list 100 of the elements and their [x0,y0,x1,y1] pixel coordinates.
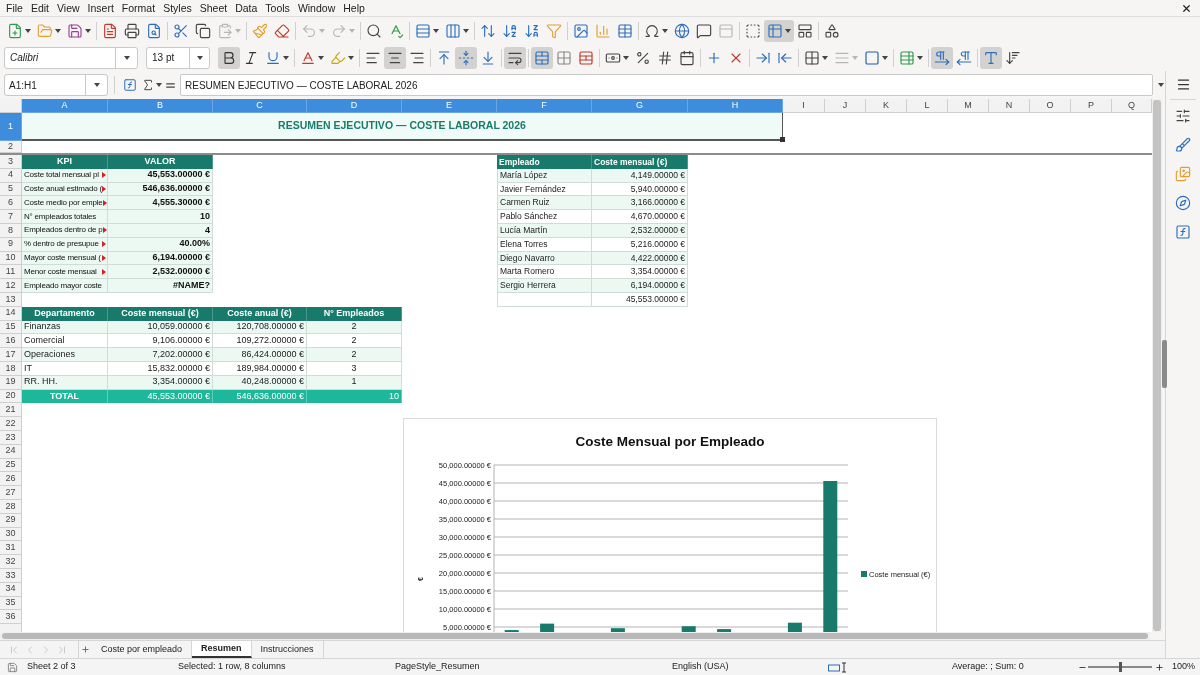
menu-item[interactable]: Help [339,0,369,16]
column-header[interactable]: P [1071,99,1112,113]
caret-icon [93,83,100,87]
bold-button[interactable] [218,46,240,69]
plus-icon [81,645,90,654]
vertical-scrollbar[interactable] [1153,100,1161,631]
row-header[interactable]: 36 [0,610,22,625]
fill-handle[interactable] [780,137,785,142]
row-header[interactable]: 22 [0,417,22,431]
slider-thumb[interactable] [1118,662,1122,672]
column-header[interactable]: J [825,99,866,113]
header-cell: Coste anual (€) [213,306,307,321]
printer-icon [124,22,140,39]
menu-item[interactable]: Insert [83,0,118,16]
row-header[interactable]: 2 [0,141,22,153]
sheet-position: Sheet 2 of 3 [27,661,76,672]
dashed-square-icon [745,22,761,39]
table-cell: #NAME? [108,279,213,293]
sheet-tab[interactable]: Resumen [192,641,252,658]
column-header[interactable]: I [783,99,825,113]
chart-title: Coste Mensual por Empleado [575,434,765,449]
column-header[interactable]: M [948,99,989,113]
cell-text: Mayor coste mensual ( [24,251,101,264]
menu-item[interactable]: Window [293,0,340,16]
column-header[interactable]: N [989,99,1030,113]
row-header[interactable]: 21 [0,403,22,418]
caret-icon [852,55,858,60]
cell-text: Coste anual estimado ( [24,183,102,195]
menu-icon [1175,76,1191,92]
left-to-right-button[interactable] [931,46,953,69]
brush-icon [1175,137,1191,153]
table-cell: 6,194.00000 € [592,279,688,293]
caret-icon [318,55,324,60]
menu-item[interactable]: Sheet [195,0,232,16]
sidebar-grip[interactable] [1162,340,1167,388]
menu-item[interactable]: Styles [159,0,196,16]
row-header[interactable]: 16 [0,334,22,349]
page-style: PageStyle_Resumen [395,661,480,672]
letter-icon [983,49,999,66]
copy-icon [195,22,211,39]
column-header[interactable]: L [907,99,948,113]
menu-item[interactable]: Data [231,0,262,16]
percent-icon [635,49,651,66]
freeze-button[interactable] [764,19,794,42]
text-direction-button[interactable] [980,46,1002,69]
caret-icon [155,83,162,87]
merge-cells-icon [534,49,550,66]
menu-item[interactable]: View [53,0,84,16]
undo-icon [301,22,317,39]
center-vertically-button[interactable] [455,46,477,69]
row-header[interactable]: 3 [0,155,22,169]
row-header[interactable]: 17 [0,348,22,362]
selection-info: Selected: 1 row, 8 columns [178,661,286,672]
caret-icon [319,28,325,33]
calendar-icon [679,49,695,66]
wrap-text-button[interactable] [504,46,526,69]
bar-chart-icon [595,22,611,39]
row-header[interactable]: 6 [0,196,22,211]
sliders-icon [1175,108,1191,124]
table-cell: 86,424.00000 € [213,348,307,362]
font-color-icon [300,49,316,66]
align-center-button[interactable] [384,46,406,69]
language: English (USA) [672,661,729,672]
function-icon [1175,224,1191,240]
row-header[interactable]: 26 [0,472,22,487]
name-box[interactable]: A1:H1 [4,74,108,96]
images-icon [1175,166,1191,182]
header-cell: Coste mensual (€) [592,155,688,169]
menu-item[interactable]: Format [117,0,160,16]
column-header[interactable]: Q [1112,99,1152,113]
shapes-icon [824,22,840,39]
underline-icon [265,49,281,66]
row-header[interactable]: 31 [0,541,22,556]
font-size-box[interactable]: 13 pt [146,46,210,69]
column-header[interactable]: K [866,99,907,113]
menu-item[interactable]: Tools [261,0,294,16]
row-header[interactable]: 27 [0,486,22,500]
table-cell: 109,272.00000 € [213,334,307,349]
square-icon [864,49,880,66]
caret-icon [349,28,355,33]
selection-mode-icon [828,661,848,673]
cell-text: Empleado mayor coste [24,279,102,292]
menu-item[interactable]: Edit [26,0,53,16]
row-header[interactable]: 11 [0,265,22,280]
caret-icon [123,55,130,60]
formula-input[interactable]: RESUMEN EJECUTIVO — COSTE LABORAL 2026 [180,74,1153,96]
fold-vertical-icon [458,49,474,66]
column-header[interactable]: O [1030,99,1071,113]
row-header[interactable]: 12 [0,279,22,293]
merge-center-button[interactable] [531,46,553,69]
paintbrush-icon [252,22,268,39]
sort-descending-icon [524,22,540,39]
row-header[interactable]: 32 [0,555,22,569]
table-cell: 9,106.00000 € [108,334,213,349]
row-header[interactable]: 7 [0,210,22,224]
menu-item[interactable]: File [2,0,27,16]
horizontal-scrollbar[interactable] [2,633,1148,639]
caret-icon [85,28,91,33]
caret-icon [1158,83,1164,87]
font-name-box[interactable]: Calibri [4,46,138,69]
